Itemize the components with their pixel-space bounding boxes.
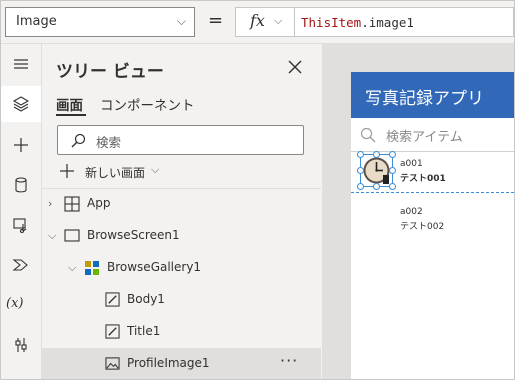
fx-button[interactable]: fx ⌵ — [235, 7, 295, 37]
resize-handle[interactable] — [357, 167, 364, 174]
chevron-down-icon: ⌵ — [48, 229, 57, 242]
item-subtitle: テスト002 — [400, 222, 445, 232]
hamburger-menu-button[interactable] — [1, 46, 41, 82]
variables-icon: (x) — [6, 296, 24, 311]
fx-icon: fx — [250, 11, 265, 30]
app-header: 写真記録アプリ — [351, 72, 514, 118]
resize-handle[interactable] — [357, 183, 364, 190]
label-icon — [105, 324, 120, 339]
chevron-down-icon: ⌵ — [274, 14, 283, 27]
data-button[interactable] — [1, 167, 41, 203]
media-button[interactable] — [1, 207, 41, 243]
resize-handle[interactable] — [389, 151, 396, 158]
resize-handle[interactable] — [357, 151, 364, 158]
variables-button[interactable]: (x) — [1, 287, 41, 323]
tree-item-label: BrowseGallery1 — [107, 260, 202, 274]
search-icon — [360, 127, 376, 143]
property-dropdown[interactable]: Image ⌵ — [5, 7, 195, 37]
power-automate-button[interactable] — [1, 247, 41, 283]
formula-rest: .image1 — [361, 15, 414, 30]
profile-image[interactable] — [357, 151, 396, 190]
tree-item-body[interactable]: Body1 — [42, 284, 321, 316]
chevron-down-icon: ⌵ — [68, 261, 77, 274]
search-placeholder: 検索 — [96, 135, 122, 150]
resize-handle[interactable] — [373, 151, 380, 158]
tree-item-browse-screen[interactable]: ⌵ BrowseScreen1 — [42, 220, 321, 252]
app-title: 写真記録アプリ — [365, 89, 484, 109]
tree-search-input[interactable]: 検索 — [57, 125, 304, 155]
tree-view-button[interactable] — [1, 86, 41, 122]
tree-item-title[interactable]: Title1 — [42, 316, 321, 348]
item-subtitle: テスト001 — [400, 174, 446, 184]
tree-item-label: ProfileImage1 — [127, 356, 210, 370]
formula-input[interactable]: ThisItem.image1 — [295, 7, 514, 37]
resize-handle[interactable] — [389, 167, 396, 174]
chevron-right-icon: › — [48, 197, 53, 210]
item-title: a002 — [400, 207, 423, 217]
tools-icon — [15, 338, 27, 352]
new-screen-label: 新しい画面 — [85, 166, 146, 180]
search-icon — [71, 133, 86, 148]
tab-underline — [56, 114, 86, 116]
screen-icon — [64, 229, 80, 242]
selection-guide — [351, 192, 514, 193]
tree-item-app[interactable]: › App — [42, 188, 321, 220]
design-canvas: 写真記録アプリ 検索アイテム a001 テスト001 a002 テスト002 — [322, 44, 514, 379]
layers-icon — [12, 96, 30, 112]
tree-view-panel: ツリー ビュー 画面 コンポーネント 検索 新しい画面 ⌵ › App ⌵ Br… — [42, 44, 321, 379]
hamburger-icon — [14, 59, 28, 69]
formula-text: ThisItem.image1 — [301, 15, 414, 30]
app-screen-preview[interactable]: 写真記録アプリ 検索アイテム a001 テスト001 a002 テスト002 — [351, 72, 514, 379]
tree-item-profile-image[interactable]: ProfileImage1 ··· — [42, 348, 321, 379]
tree-item-label: App — [87, 196, 111, 210]
app-window: Image ⌵ = fx ⌵ ThisItem.image1 (x) ツリー ビ… — [1, 1, 514, 379]
app-search-placeholder: 検索アイテム — [386, 130, 463, 145]
tab-components[interactable]: コンポーネント — [100, 94, 195, 114]
resize-handle[interactable] — [373, 183, 380, 190]
panel-title: ツリー ビュー — [56, 62, 164, 82]
clock-icon — [361, 155, 392, 186]
chevron-down-icon: ⌵ — [176, 14, 186, 28]
tree-item-label: BrowseScreen1 — [87, 228, 180, 242]
database-icon — [15, 177, 27, 193]
tree-item-label: Body1 — [127, 292, 165, 306]
app-search-box[interactable]: 検索アイテム — [351, 118, 514, 152]
tree-item-browse-gallery[interactable]: ⌵ BrowseGallery1 — [42, 252, 321, 284]
tree-item-label: Title1 — [127, 324, 161, 338]
gallery-item[interactable]: a002 テスト002 — [351, 200, 514, 242]
gallery-icon — [85, 261, 99, 275]
equals-sign: = — [208, 10, 224, 31]
advanced-tools-button[interactable] — [1, 327, 41, 363]
more-options-icon[interactable]: ··· — [280, 351, 298, 370]
plus-icon — [60, 164, 74, 178]
property-value: Image — [16, 14, 57, 29]
image-icon — [105, 357, 120, 370]
insert-button[interactable] — [1, 127, 41, 163]
formula-keyword: ThisItem — [301, 15, 362, 30]
plus-icon — [14, 138, 28, 152]
label-icon — [105, 292, 120, 307]
item-title: a001 — [400, 159, 423, 169]
close-icon[interactable] — [286, 58, 304, 76]
app-icon — [64, 196, 80, 212]
left-rail: (x) — [1, 44, 42, 379]
formula-bar: Image ⌵ = fx ⌵ ThisItem.image1 — [1, 1, 514, 44]
chevron-down-icon: ⌵ — [151, 163, 160, 176]
resize-handle[interactable] — [389, 183, 396, 190]
power-automate-icon — [12, 259, 28, 271]
tab-screens[interactable]: 画面 — [56, 94, 83, 114]
media-icon — [13, 218, 27, 234]
